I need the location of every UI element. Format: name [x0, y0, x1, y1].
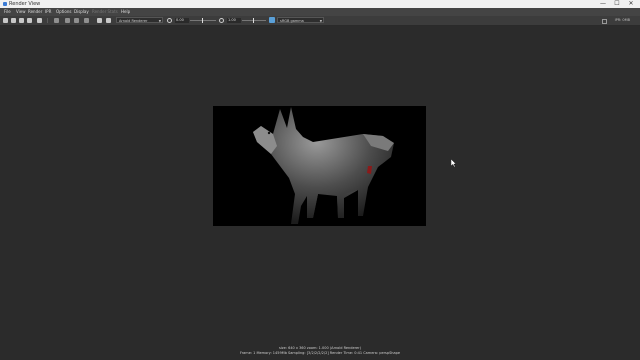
render-icon[interactable]	[3, 18, 8, 23]
renderer-dropdown[interactable]: Arnold Renderer ▼	[116, 17, 163, 23]
render-region-icon[interactable]	[11, 18, 16, 23]
chevron-down-icon: ▼	[158, 19, 161, 23]
keep-image-icon[interactable]	[37, 18, 42, 23]
exposure-field[interactable]: 0.00	[175, 18, 189, 23]
snapshot-icon[interactable]	[19, 18, 24, 23]
render-status-bar: size: 640 x 360 zoom: 1.000 (Arnold Rend…	[0, 346, 640, 360]
color-space-value: sRGB gamma	[280, 19, 304, 23]
menu-ipr[interactable]: IPR	[45, 8, 51, 16]
color-space-dropdown[interactable]: sRGB gamma ▼	[277, 17, 324, 23]
ipr-memory-label: IPR: 0MB	[614, 18, 630, 22]
status-line-stats: Frame: 1 Memory: 1459Mb Sampling: [3/2/2…	[239, 351, 401, 355]
exposure-slider[interactable]	[190, 20, 216, 21]
renderer-value: Arnold Renderer	[119, 19, 148, 23]
toolbar: Arnold Renderer ▼ 0.00 1.00 sRGB gamma ▼…	[0, 16, 640, 26]
wolf-render	[253, 107, 394, 224]
menu-bar: File View Render IPR Options Display Ren…	[0, 8, 640, 16]
close-button[interactable]: ✕	[624, 0, 638, 8]
menu-display[interactable]: Display	[74, 8, 89, 16]
app-icon	[3, 2, 7, 6]
cursor-arrow-icon	[451, 159, 457, 167]
gamma-field[interactable]: 1.00	[227, 18, 241, 23]
menu-render-stats: Render Stats	[92, 9, 118, 14]
alpha-channel-icon[interactable]	[106, 18, 111, 23]
ipr-memory-checkbox[interactable]	[602, 19, 607, 24]
gamma-slider[interactable]	[242, 20, 266, 21]
chevron-down-icon: ▼	[319, 19, 322, 23]
minimize-button[interactable]: —	[596, 0, 610, 8]
remove-image-icon[interactable]	[54, 18, 59, 23]
color-management-icon[interactable]	[269, 17, 275, 23]
color-channel-icon[interactable]	[84, 18, 89, 23]
menu-help[interactable]: Help	[121, 8, 130, 16]
rendered-image	[213, 106, 426, 226]
real-size-icon[interactable]	[74, 18, 79, 23]
menu-file[interactable]: File	[4, 8, 11, 16]
menu-render[interactable]: Render	[28, 8, 42, 16]
gamma-slider-handle[interactable]	[253, 18, 254, 23]
window-controls: — ☐ ✕	[596, 0, 638, 8]
maximize-button[interactable]: ☐	[610, 0, 624, 8]
window-titlebar: Render View — ☐ ✕	[0, 0, 640, 8]
one-to-one-icon[interactable]	[65, 18, 70, 23]
rgb-channels-icon[interactable]	[97, 18, 102, 23]
gamma-reset-icon[interactable]	[219, 18, 224, 23]
menu-options[interactable]: Options	[56, 8, 71, 16]
ipr-icon[interactable]	[27, 18, 32, 23]
exposure-reset-icon[interactable]	[167, 18, 172, 23]
toolbar-separator	[47, 18, 48, 23]
window-title: Render View	[9, 1, 41, 7]
menu-view[interactable]: View	[16, 8, 26, 16]
exposure-slider-handle[interactable]	[202, 18, 203, 23]
